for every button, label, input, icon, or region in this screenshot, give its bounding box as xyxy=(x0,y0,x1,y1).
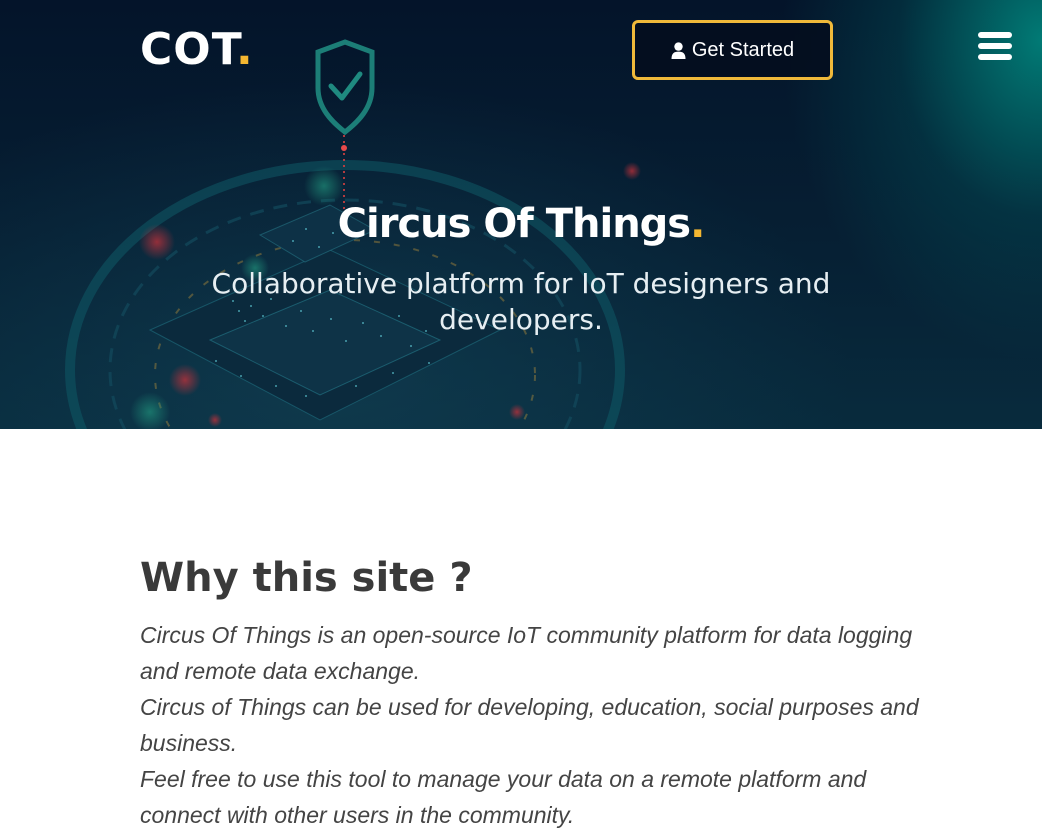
hero-title: Circus Of Things. xyxy=(0,196,1042,252)
hero-title-dot: . xyxy=(690,201,705,247)
about-paragraph: Circus of Things can be used for develop… xyxy=(140,694,919,756)
hero-title-text: Circus Of Things xyxy=(337,201,691,247)
hero-banner: COT. Get Started Circus Of Things. Colla… xyxy=(0,0,1042,429)
user-icon xyxy=(671,41,686,59)
hamburger-menu-icon[interactable] xyxy=(978,32,1012,60)
hero-subtitle: Collaborative platform for IoT designers… xyxy=(211,267,831,336)
brand-logo[interactable]: COT. xyxy=(140,22,254,78)
brand-dot: . xyxy=(236,24,254,75)
menu-bar-middle xyxy=(978,43,1012,49)
about-paragraph: Feel free to use this tool to manage you… xyxy=(140,766,867,828)
menu-bar-top xyxy=(978,32,1012,38)
about-paragraph: Circus Of Things is an open-source IoT c… xyxy=(140,622,913,684)
get-started-button[interactable]: Get Started xyxy=(632,20,833,80)
menu-bar-bottom xyxy=(978,54,1012,60)
brand-text: COT xyxy=(140,24,237,75)
about-heading: Why this site ? xyxy=(140,555,473,601)
get-started-label: Get Started xyxy=(691,38,795,61)
about-text: Circus Of Things is an open-source IoT c… xyxy=(140,617,920,833)
